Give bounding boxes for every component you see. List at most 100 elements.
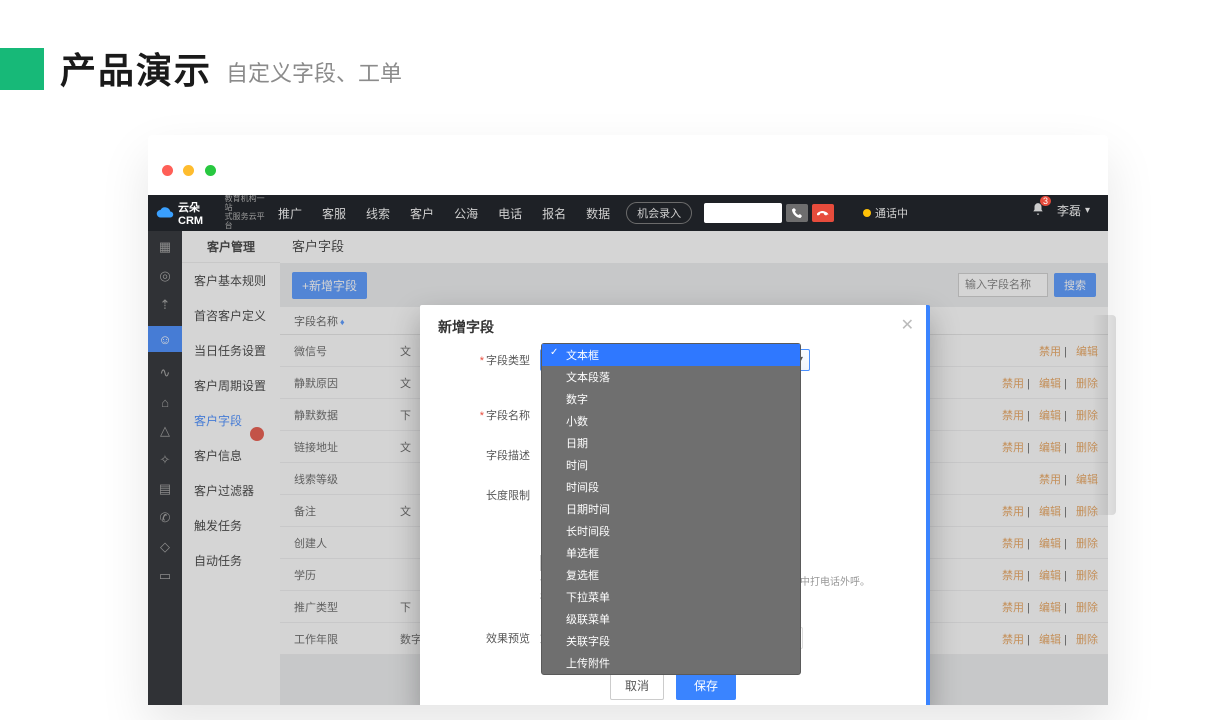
dropdown-option[interactable]: 长时间段 [542,520,800,542]
op-link[interactable]: 编辑 [1039,634,1061,646]
topbar-search-input[interactable] [704,203,782,223]
dropdown-option[interactable]: 上传附件 [542,652,800,674]
field-type-dropdown[interactable]: 文本框文本段落数字小数日期时间时间段日期时间长时间段单选框复选框下拉菜单级联菜单… [541,343,801,675]
sidebar-item[interactable]: 首咨客户定义 [182,298,280,333]
op-link[interactable]: 删除 [1076,506,1098,518]
dropdown-option[interactable]: 单选框 [542,542,800,564]
dropdown-option[interactable]: 小数 [542,410,800,432]
dropdown-option[interactable]: 下拉菜单 [542,586,800,608]
op-link[interactable]: 删除 [1076,634,1098,646]
sidebar-item[interactable]: 客户过滤器 [182,473,280,508]
nav-item[interactable]: 电话 [488,205,532,222]
op-link[interactable]: 禁用 [1002,634,1024,646]
cell-name: 静默数据 [280,407,400,423]
sidebar-item[interactable]: 客户信息 [182,438,280,473]
rail-tag-icon[interactable]: ◇ [157,539,173,555]
op-link[interactable]: 删除 [1076,570,1098,582]
sidebar-item-active[interactable]: 客户字段 [182,403,280,438]
browser-window: 云朵CRM 教育机构一站式服务云平台 推广 客服 线索 客户 公海 电话 报名 … [148,135,1108,705]
app-root: 云朵CRM 教育机构一站式服务云平台 推广 客服 线索 客户 公海 电话 报名 … [148,195,1108,705]
maximize-dot[interactable] [205,165,216,176]
dropdown-option[interactable]: 级联菜单 [542,608,800,630]
call-answer-button[interactable] [786,204,808,222]
cell-name: 线索等级 [280,471,400,487]
op-link[interactable]: 禁用 [1039,346,1061,358]
op-link[interactable]: 编辑 [1039,410,1061,422]
opportunity-pill[interactable]: 机会录入 [626,202,692,224]
nav-item[interactable]: 客服 [312,205,356,222]
rail-card-icon[interactable]: ▭ [157,568,173,584]
dropdown-option[interactable]: 文本框 [542,344,800,366]
rail-chart-icon[interactable]: ⇡ [157,297,173,313]
dropdown-option[interactable]: 复选框 [542,564,800,586]
sidebar-item[interactable]: 触发任务 [182,508,280,543]
rail-wave-icon[interactable]: ∿ [157,365,173,381]
notification-badge: 3 [1040,196,1051,206]
rail-triangle-icon[interactable]: △ [157,423,173,439]
rail-home-icon[interactable]: ⌂ [157,394,173,410]
op-link[interactable]: 删除 [1076,442,1098,454]
minimize-dot[interactable] [183,165,194,176]
op-link[interactable]: 编辑 [1076,474,1098,486]
rail-user-icon[interactable]: ☺ [148,326,182,352]
nav-item[interactable]: 数据 [576,205,620,222]
rail-shield-icon[interactable]: ◎ [157,268,173,284]
nav-item[interactable]: 推广 [268,205,312,222]
close-dot[interactable] [162,165,173,176]
cloud-icon [156,204,174,222]
sidebar-item[interactable]: 客户基本规则 [182,263,280,298]
status-dot-icon [863,209,871,217]
dropdown-option[interactable]: 日期时间 [542,498,800,520]
user-menu[interactable]: 3 李磊 ▾ [1031,202,1090,219]
op-link[interactable]: 禁用 [1002,410,1024,422]
op-link[interactable]: 删除 [1076,602,1098,614]
op-link[interactable]: 编辑 [1039,442,1061,454]
bell-icon[interactable]: 3 [1031,202,1045,219]
dropdown-option[interactable]: 关联字段 [542,630,800,652]
brand-logo[interactable]: 云朵CRM 教育机构一站式服务云平台 [148,195,268,230]
op-link[interactable]: 禁用 [1002,570,1024,582]
dropdown-option[interactable]: 数字 [542,388,800,410]
cancel-button[interactable]: 取消 [610,671,664,700]
op-link[interactable]: 删除 [1076,410,1098,422]
op-link[interactable]: 编辑 [1039,602,1061,614]
col-name[interactable]: 字段名称 [294,316,338,328]
rail-grid-icon[interactable]: ▦ [157,239,173,255]
save-button[interactable]: 保存 [676,671,736,700]
cell-ops: 禁用 | 编辑 | 删除 [950,631,1108,647]
rail-phone-icon[interactable]: ✆ [157,510,173,526]
rail-doc-icon[interactable]: ▤ [157,481,173,497]
op-link[interactable]: 编辑 [1039,570,1061,582]
call-hangup-button[interactable] [812,204,834,222]
op-link[interactable]: 禁用 [1002,602,1024,614]
op-link[interactable]: 禁用 [1002,378,1024,390]
nav-item[interactable]: 公海 [444,205,488,222]
sidebar-item[interactable]: 客户周期设置 [182,368,280,403]
nav-item[interactable]: 报名 [532,205,576,222]
op-link[interactable]: 编辑 [1039,378,1061,390]
add-field-button[interactable]: +新增字段 [292,272,367,299]
window-controls [162,163,222,181]
op-link[interactable]: 删除 [1076,538,1098,550]
sidebar-item[interactable]: 自动任务 [182,543,280,578]
op-link[interactable]: 删除 [1076,378,1098,390]
rail-people-icon[interactable]: ✧ [157,452,173,468]
dropdown-option[interactable]: 时间段 [542,476,800,498]
op-link[interactable]: 禁用 [1002,538,1024,550]
op-link[interactable]: 禁用 [1039,474,1061,486]
op-link[interactable]: 禁用 [1002,506,1024,518]
search-button[interactable]: 搜索 [1054,273,1096,297]
dropdown-option[interactable]: 日期 [542,432,800,454]
op-link[interactable]: 禁用 [1002,442,1024,454]
op-link[interactable]: 编辑 [1039,538,1061,550]
sort-icon[interactable]: ♦ [340,317,345,327]
modal-close-icon[interactable]: ✕ [901,315,914,335]
nav-item[interactable]: 客户 [400,205,444,222]
search-input[interactable] [958,273,1048,297]
dropdown-option[interactable]: 文本段落 [542,366,800,388]
op-link[interactable]: 编辑 [1039,506,1061,518]
sidebar-item[interactable]: 当日任务设置 [182,333,280,368]
dropdown-option[interactable]: 时间 [542,454,800,476]
nav-item[interactable]: 线索 [356,205,400,222]
op-link[interactable]: 编辑 [1076,346,1098,358]
